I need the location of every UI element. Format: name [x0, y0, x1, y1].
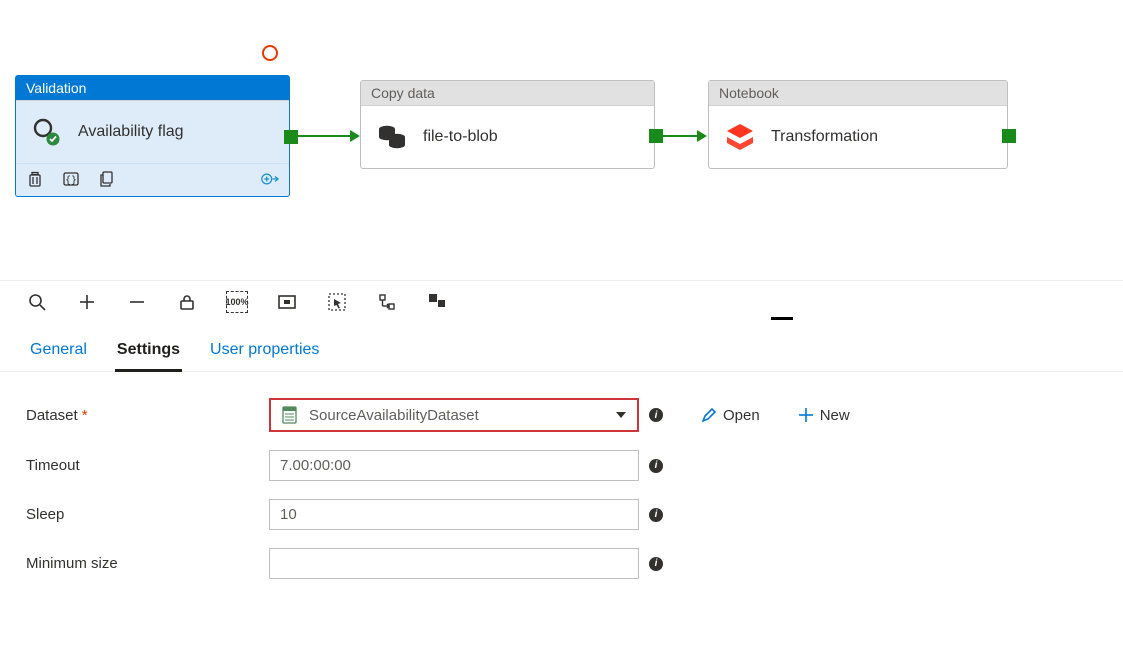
properties-tabs: General Settings User properties — [0, 325, 1123, 372]
panel-resize-handle[interactable] — [0, 321, 1123, 325]
connector-copydata-notebook — [662, 135, 700, 137]
activity-name-label: Transformation — [771, 128, 878, 146]
activity-validation[interactable]: Validation Availability flag {} — [15, 75, 290, 197]
success-output-port[interactable] — [284, 130, 298, 144]
activity-type-label: Notebook — [709, 81, 1007, 106]
dataset-file-icon — [281, 406, 299, 424]
zoom-reset-icon[interactable]: 100% — [226, 291, 248, 313]
activity-type-label: Copy data — [361, 81, 654, 106]
code-icon[interactable]: {} — [62, 170, 80, 188]
copy-data-icon — [375, 120, 409, 154]
minimum-size-label: Minimum size — [24, 555, 269, 572]
zoom-in-icon[interactable] — [76, 291, 98, 313]
databricks-icon — [723, 120, 757, 154]
grouping-icon[interactable] — [426, 291, 448, 313]
add-output-icon[interactable] — [261, 170, 279, 188]
activity-notebook[interactable]: Notebook Transformation — [708, 80, 1008, 169]
dataset-value: SourceAvailabilityDataset — [309, 407, 605, 424]
info-icon[interactable]: i — [649, 408, 663, 422]
minimum-size-input[interactable] — [269, 548, 639, 579]
info-icon[interactable]: i — [649, 557, 663, 571]
tab-settings[interactable]: Settings — [115, 335, 182, 372]
tab-general[interactable]: General — [28, 335, 89, 371]
timeout-label: Timeout — [24, 457, 269, 474]
canvas-toolbar: 100% — [0, 281, 1123, 321]
settings-panel: Dataset* SourceAvailabilityDataset i Ope… — [0, 372, 1123, 623]
lock-icon[interactable] — [176, 291, 198, 313]
pipeline-canvas[interactable]: Validation Availability flag {} — [0, 0, 1123, 280]
svg-text:{}: {} — [65, 175, 77, 186]
validation-status-indicator — [262, 45, 278, 61]
arrow-icon — [697, 130, 707, 142]
chevron-down-icon — [615, 409, 627, 421]
info-icon[interactable]: i — [649, 459, 663, 473]
timeout-input[interactable] — [269, 450, 639, 481]
plus-icon — [798, 407, 814, 423]
copy-icon[interactable] — [98, 170, 116, 188]
sleep-input[interactable] — [269, 499, 639, 530]
validation-icon — [30, 115, 64, 149]
zoom-out-icon[interactable] — [126, 291, 148, 313]
new-dataset-button[interactable]: New — [798, 407, 850, 424]
arrow-icon — [350, 130, 360, 142]
activity-name-label: file-to-blob — [423, 128, 498, 146]
tab-user-properties[interactable]: User properties — [208, 335, 321, 371]
activity-copydata[interactable]: Copy data file-to-blob — [360, 80, 655, 169]
search-icon[interactable] — [26, 291, 48, 313]
dataset-dropdown[interactable]: SourceAvailabilityDataset — [269, 398, 639, 432]
delete-icon[interactable] — [26, 170, 44, 188]
open-dataset-button[interactable]: Open — [701, 407, 760, 424]
fit-to-screen-icon[interactable] — [276, 291, 298, 313]
auto-align-icon[interactable] — [376, 291, 398, 313]
dataset-label: Dataset* — [24, 407, 269, 424]
select-tool-icon[interactable] — [326, 291, 348, 313]
sleep-label: Sleep — [24, 506, 269, 523]
activity-name-label: Availability flag — [78, 123, 184, 141]
info-icon[interactable]: i — [649, 508, 663, 522]
activity-type-label: Validation — [16, 76, 289, 101]
connector-validation-copydata — [298, 135, 353, 137]
success-output-port[interactable] — [649, 129, 663, 143]
pencil-icon — [701, 407, 717, 423]
success-output-port[interactable] — [1002, 129, 1016, 143]
